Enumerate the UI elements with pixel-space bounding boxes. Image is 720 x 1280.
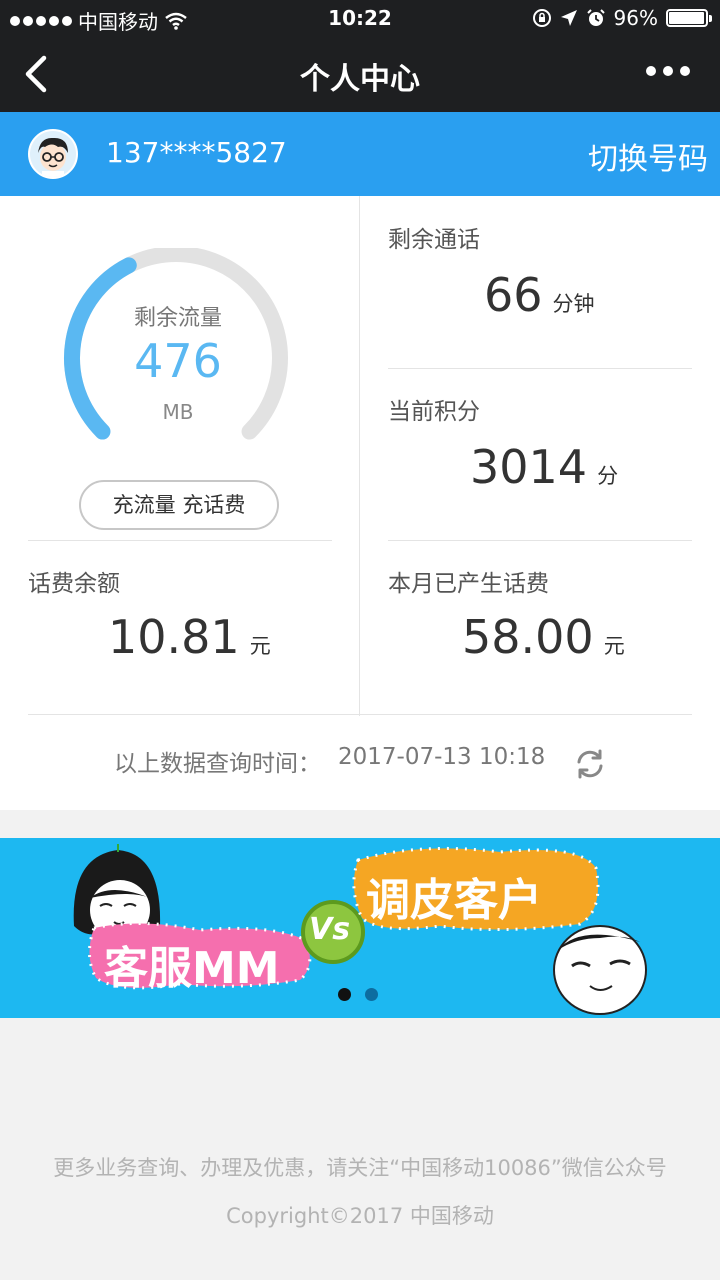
divider: [28, 540, 332, 541]
battery-percent: 96%: [613, 6, 658, 30]
promo-banner[interactable]: 客服MM Vs 调皮客户: [0, 838, 720, 1018]
divider: [388, 540, 692, 541]
nav-bar: 个人中心: [0, 36, 720, 112]
account-summary-panel: 剩余流量 476 MB 充流量 充话费 剩余通话 66 分钟 当前积分 3014 分…: [0, 196, 720, 810]
status-bar: 中国移动 10:22 96%: [0, 0, 720, 36]
data-remaining-label: 剩余流量: [133, 306, 222, 331]
phone-number: 137****5827: [106, 136, 287, 169]
page-title: 个人中心: [300, 62, 420, 97]
status-right: 96%: [532, 6, 712, 30]
call-minutes-stat: 66 分钟: [484, 268, 595, 322]
balance-label: 话费余额: [28, 571, 120, 597]
balance-unit: 元: [249, 634, 271, 658]
points-unit: 分: [597, 464, 619, 488]
avatar-cartoon-icon: [30, 131, 76, 177]
orientation-lock-icon: [532, 9, 551, 27]
column-divider: [359, 196, 360, 716]
boy-cartoon-icon: [553, 925, 647, 1015]
pager-dot[interactable]: [338, 988, 351, 1001]
divider: [388, 368, 692, 369]
pager-dot[interactable]: [365, 988, 378, 1001]
data-remaining-value: 476: [134, 334, 222, 388]
banner-pager[interactable]: [338, 988, 378, 1001]
balance-stat: 10.81 元: [108, 610, 271, 664]
points-value: 3014: [470, 440, 588, 494]
banner-versus: Vs: [309, 912, 351, 947]
refresh-icon[interactable]: [574, 748, 606, 780]
location-arrow-icon: [560, 10, 577, 26]
battery-icon: [666, 9, 712, 27]
banner-left-caption: 客服MM: [104, 943, 280, 994]
switch-number-button[interactable]: 切换号码: [588, 134, 708, 178]
banner-right-caption: 调皮客户: [366, 875, 542, 926]
call-minutes-label: 剩余通话: [388, 227, 480, 253]
call-minutes-unit: 分钟: [552, 292, 595, 316]
alarm-clock-icon: [586, 9, 605, 26]
copyright: Copyright©2017 中国移动: [226, 1204, 494, 1228]
monthly-fee-unit: 元: [603, 634, 625, 658]
points-stat: 3014 分: [470, 440, 618, 494]
points-label: 当前积分: [388, 399, 480, 425]
monthly-fee-value: 58.00: [462, 610, 594, 664]
more-options-icon[interactable]: [646, 66, 690, 76]
divider: [28, 714, 692, 715]
user-bar: 137****5827 切换号码: [0, 112, 720, 196]
monthly-fee-stat: 58.00 元: [462, 610, 625, 664]
monthly-fee-label: 本月已产生话费: [388, 571, 549, 597]
query-time-value: 2017-07-13 10:18: [338, 744, 546, 770]
data-remaining-unit: MB: [162, 400, 194, 424]
recharge-button[interactable]: 充流量 充话费: [79, 480, 279, 530]
balance-value: 10.81: [108, 610, 240, 664]
avatar[interactable]: [28, 129, 78, 179]
battery-fill: [669, 12, 704, 24]
call-minutes-value: 66: [484, 268, 543, 322]
query-time-label: 以上数据查询时间：: [114, 751, 321, 777]
footer-note: 更多业务查询、办理及优惠，请关注“中国移动10086”微信公众号: [53, 1156, 667, 1180]
